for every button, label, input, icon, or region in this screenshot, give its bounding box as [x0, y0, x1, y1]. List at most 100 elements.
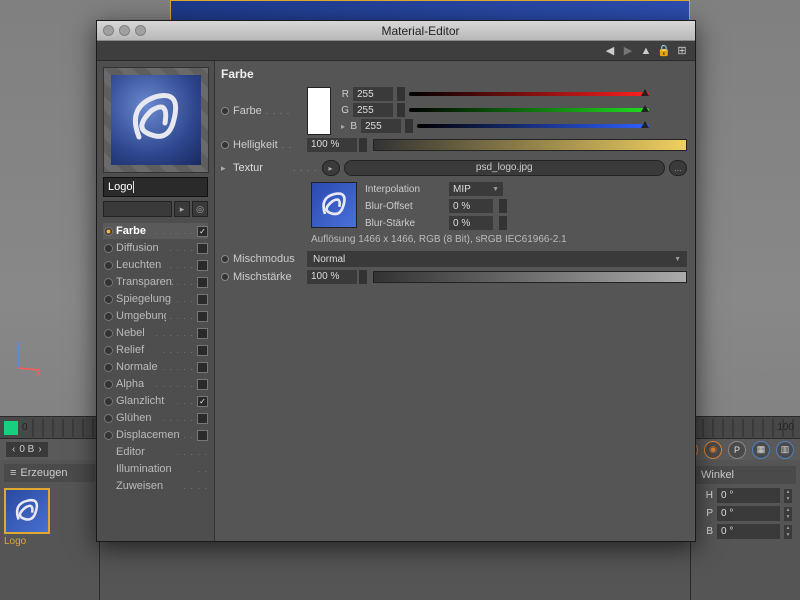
- interpolation-dropdown[interactable]: MIP▼: [449, 182, 503, 196]
- channel-checkbox[interactable]: [197, 294, 208, 305]
- bullet-icon: [104, 227, 113, 236]
- channel-row[interactable]: Umgebung. . . .: [103, 308, 208, 324]
- zoom-icon[interactable]: [135, 25, 146, 36]
- channel-checkbox[interactable]: [197, 311, 208, 322]
- filter-go-icon[interactable]: ▸: [174, 201, 190, 217]
- blur-offset-field[interactable]: 0 %: [449, 199, 493, 213]
- color-swatch[interactable]: [307, 87, 331, 135]
- channel-row[interactable]: Normale. . . . .: [103, 359, 208, 375]
- material-name-input[interactable]: Logo: [103, 177, 208, 197]
- channel-row[interactable]: Spiegelung. . .: [103, 291, 208, 307]
- channel-checkbox[interactable]: [197, 362, 208, 373]
- channel-checkbox[interactable]: [197, 277, 208, 288]
- rot-b-field[interactable]: 0 °: [717, 524, 780, 539]
- g-slider[interactable]: [409, 104, 649, 116]
- autokey-button[interactable]: ◉: [704, 441, 722, 459]
- channel-checkbox[interactable]: ✓: [197, 226, 208, 237]
- channel-row[interactable]: Leuchten. . . .: [103, 257, 208, 273]
- lock-icon[interactable]: 🔒: [657, 44, 671, 58]
- close-icon[interactable]: [103, 25, 114, 36]
- channel-row[interactable]: Zuweisen. . . .: [103, 478, 208, 494]
- blur-strength-field[interactable]: 0 %: [449, 216, 493, 230]
- spinner-icon[interactable]: [397, 87, 405, 101]
- mixmode-dropdown[interactable]: Normal▼: [307, 251, 687, 267]
- channel-row[interactable]: Glanzlicht. . . ✓: [103, 393, 208, 409]
- channel-row[interactable]: Diffusion. . . .: [103, 240, 208, 256]
- channel-row[interactable]: Alpha. . . . . .: [103, 376, 208, 392]
- bullet-icon: [104, 278, 113, 287]
- channel-row[interactable]: Glühen. . . . .: [103, 410, 208, 426]
- bullet-icon: [104, 431, 113, 440]
- spinner-icon[interactable]: [499, 216, 507, 230]
- nav-up-icon[interactable]: ▲: [639, 44, 653, 58]
- bullet-icon: [104, 329, 113, 338]
- channel-checkbox[interactable]: ✓: [197, 396, 208, 407]
- brightness-slider[interactable]: [373, 139, 687, 151]
- keyframe-icon2-button[interactable]: ▥: [776, 441, 794, 459]
- channel-row[interactable]: Displacement. .: [103, 427, 208, 443]
- spinner-icon[interactable]: [499, 199, 507, 213]
- texture-path-field[interactable]: psd_logo.jpg: [344, 160, 665, 176]
- channel-checkbox[interactable]: [197, 243, 208, 254]
- filter-target-icon[interactable]: ◎: [192, 201, 208, 217]
- spinner-icon[interactable]: ▲▼: [784, 507, 792, 521]
- r-field[interactable]: 255: [353, 87, 393, 101]
- mixstrength-label: Mischstärke: [233, 271, 292, 283]
- bullet-icon: [104, 312, 113, 321]
- b-slider[interactable]: [417, 120, 649, 132]
- keyframe-p-button[interactable]: P: [728, 441, 746, 459]
- keyframe-icon-button[interactable]: ▦: [752, 441, 770, 459]
- channel-checkbox[interactable]: [197, 345, 208, 356]
- rot-h-field[interactable]: 0 °: [717, 488, 780, 503]
- filter-input[interactable]: [103, 201, 172, 217]
- b-field[interactable]: 255: [361, 119, 401, 133]
- channel-row[interactable]: Nebel. . . . . .: [103, 325, 208, 341]
- editor-right-column: Farbe Farbe. . . . R 255 G: [215, 61, 695, 541]
- bullet-icon: [221, 107, 229, 115]
- spinner-icon[interactable]: ▲▼: [784, 489, 792, 503]
- spinner-icon[interactable]: ▲▼: [784, 525, 792, 539]
- traffic-lights[interactable]: [103, 25, 146, 36]
- nav-back-icon[interactable]: ◀: [603, 44, 617, 58]
- channel-row[interactable]: Relief. . . . .: [103, 342, 208, 358]
- spinner-icon[interactable]: [359, 138, 367, 152]
- minimize-icon[interactable]: [119, 25, 130, 36]
- materials-menu-erzeugen[interactable]: ≡ Erzeugen: [4, 464, 95, 482]
- channel-row[interactable]: Transparenz. . .: [103, 274, 208, 290]
- playhead-icon[interactable]: [4, 421, 18, 435]
- texture-thumbnail[interactable]: [311, 182, 357, 228]
- material-preview[interactable]: [103, 67, 209, 173]
- mixstrength-field[interactable]: 100 %: [307, 270, 357, 284]
- frame-field-left[interactable]: ‹ 0 B ›: [6, 442, 48, 457]
- channel-checkbox[interactable]: [197, 430, 208, 441]
- spinner-icon[interactable]: [359, 270, 367, 284]
- bullet-icon: [104, 346, 113, 355]
- spinner-icon[interactable]: [397, 103, 405, 117]
- channel-row[interactable]: Editor. . . . .: [103, 444, 208, 460]
- channel-checkbox[interactable]: [197, 413, 208, 424]
- rot-p-field[interactable]: 0 °: [717, 506, 780, 521]
- axis-gizmo: z x: [10, 340, 60, 380]
- spinner-icon[interactable]: [405, 119, 413, 133]
- channel-row[interactable]: Illumination. .: [103, 461, 208, 477]
- brightness-field[interactable]: 100 %: [307, 138, 357, 152]
- texture-browse-icon[interactable]: …: [669, 160, 687, 176]
- new-tab-icon[interactable]: ⊞: [675, 44, 689, 58]
- material-thumbnail[interactable]: [4, 488, 50, 534]
- r-slider[interactable]: [409, 88, 649, 100]
- window-titlebar[interactable]: Material-Editor: [97, 21, 695, 41]
- texture-play-icon[interactable]: ▸: [322, 160, 340, 176]
- g-field[interactable]: 255: [353, 103, 393, 117]
- nav-fwd-icon[interactable]: ▶: [621, 44, 635, 58]
- channel-checkbox[interactable]: [197, 379, 208, 390]
- rotation-heading: Winkel: [695, 466, 796, 484]
- channel-checkbox[interactable]: [197, 328, 208, 339]
- b-arrow-icon[interactable]: ▸: [337, 122, 345, 131]
- channel-row[interactable]: Farbe. . . . . . ✓: [103, 223, 208, 239]
- bullet-icon: [104, 261, 113, 270]
- mixstrength-slider[interactable]: [373, 271, 687, 283]
- section-title: Farbe: [221, 67, 687, 81]
- disclosure-icon[interactable]: ▸: [221, 163, 229, 174]
- channel-checkbox[interactable]: [197, 260, 208, 271]
- interpolation-label: Interpolation: [365, 184, 443, 195]
